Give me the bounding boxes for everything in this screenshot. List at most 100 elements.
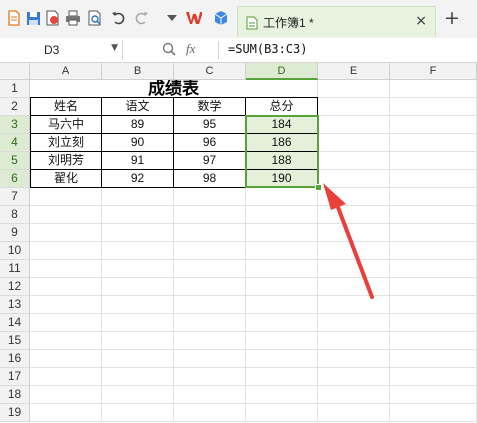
cell-a13[interactable]: [30, 296, 102, 314]
title-cell[interactable]: 成绩表: [30, 80, 318, 98]
cell-f16[interactable]: [390, 350, 477, 368]
cell-f3[interactable]: [390, 116, 477, 134]
cell-e16[interactable]: [318, 350, 390, 368]
dropdown-icon[interactable]: [164, 10, 180, 26]
spreadsheet-grid[interactable]: A B C D E F 1 成绩表 2 姓名 语文 数学 总分 3 马六中 89 95 184 4 刘立刻 90 96 18…: [0, 63, 477, 423]
cell-c18[interactable]: [174, 386, 246, 404]
cell-f8[interactable]: [390, 206, 477, 224]
cell-c10[interactable]: [174, 242, 246, 260]
cell-b15[interactable]: [102, 332, 174, 350]
row-header-18[interactable]: 18: [0, 386, 30, 404]
row-header-16[interactable]: 16: [0, 350, 30, 368]
cell-b6[interactable]: 92: [102, 170, 174, 188]
cell-b10[interactable]: [102, 242, 174, 260]
cell-c16[interactable]: [174, 350, 246, 368]
cell-e4[interactable]: [318, 134, 390, 152]
row-header-9[interactable]: 9: [0, 224, 30, 242]
cell-e13[interactable]: [318, 296, 390, 314]
cell-f1[interactable]: [390, 80, 477, 98]
cell-d4[interactable]: 186: [246, 134, 318, 152]
cell-a15[interactable]: [30, 332, 102, 350]
cell-d16[interactable]: [246, 350, 318, 368]
cell-e5[interactable]: [318, 152, 390, 170]
cell-e18[interactable]: [318, 386, 390, 404]
cell-a5[interactable]: 刘明芳: [30, 152, 102, 170]
row-header-19[interactable]: 19: [0, 404, 30, 422]
wps-logo-icon[interactable]: [186, 10, 202, 26]
cell-d5[interactable]: 188: [246, 152, 318, 170]
row-header-3[interactable]: 3: [0, 116, 30, 134]
cell-a3[interactable]: 马六中: [30, 116, 102, 134]
row-header-1[interactable]: 1: [0, 80, 30, 98]
cell-f18[interactable]: [390, 386, 477, 404]
cell-b12[interactable]: [102, 278, 174, 296]
cell-e14[interactable]: [318, 314, 390, 332]
cell-c9[interactable]: [174, 224, 246, 242]
insert-function-button[interactable]: fx: [186, 41, 195, 57]
cell-f6[interactable]: [390, 170, 477, 188]
cell-c12[interactable]: [174, 278, 246, 296]
cell-e17[interactable]: [318, 368, 390, 386]
cell-d11[interactable]: [246, 260, 318, 278]
cell-c17[interactable]: [174, 368, 246, 386]
cell-a19[interactable]: [30, 404, 102, 422]
cell-b8[interactable]: [102, 206, 174, 224]
cell-d8[interactable]: [246, 206, 318, 224]
cell-e9[interactable]: [318, 224, 390, 242]
cell-f11[interactable]: [390, 260, 477, 278]
cell-e6[interactable]: [318, 170, 390, 188]
cell-b4[interactable]: 90: [102, 134, 174, 152]
row-header-17[interactable]: 17: [0, 368, 30, 386]
cell-c11[interactable]: [174, 260, 246, 278]
row-header-12[interactable]: 12: [0, 278, 30, 296]
cell-c2[interactable]: 数学: [174, 98, 246, 116]
cell-d18[interactable]: [246, 386, 318, 404]
cell-b7[interactable]: [102, 188, 174, 206]
cell-c14[interactable]: [174, 314, 246, 332]
cell-b16[interactable]: [102, 350, 174, 368]
cell-d2[interactable]: 总分: [246, 98, 318, 116]
cell-a8[interactable]: [30, 206, 102, 224]
cell-b5[interactable]: 91: [102, 152, 174, 170]
cell-d19[interactable]: [246, 404, 318, 422]
cell-d6[interactable]: 190: [246, 170, 318, 188]
cell-e19[interactable]: [318, 404, 390, 422]
cell-f19[interactable]: [390, 404, 477, 422]
cell-b2[interactable]: 语文: [102, 98, 174, 116]
cell-f5[interactable]: [390, 152, 477, 170]
cell-e15[interactable]: [318, 332, 390, 350]
print-icon[interactable]: [65, 10, 81, 26]
undo-icon[interactable]: [110, 10, 126, 26]
column-header-b[interactable]: B: [102, 63, 174, 80]
chevron-down-icon[interactable]: ▼: [111, 43, 118, 53]
cell-c5[interactable]: 97: [174, 152, 246, 170]
cell-c6[interactable]: 98: [174, 170, 246, 188]
cell-f4[interactable]: [390, 134, 477, 152]
cell-f13[interactable]: [390, 296, 477, 314]
cell-d13[interactable]: [246, 296, 318, 314]
cell-c19[interactable]: [174, 404, 246, 422]
cell-d9[interactable]: [246, 224, 318, 242]
cell-b19[interactable]: [102, 404, 174, 422]
column-header-c[interactable]: C: [174, 63, 246, 80]
cell-c3[interactable]: 95: [174, 116, 246, 134]
formula-input[interactable]: =SUM(B3:C3): [228, 42, 307, 56]
cell-f17[interactable]: [390, 368, 477, 386]
row-header-5[interactable]: 5: [0, 152, 30, 170]
cell-c13[interactable]: [174, 296, 246, 314]
cell-f14[interactable]: [390, 314, 477, 332]
select-all-corner[interactable]: [0, 63, 30, 80]
cell-b17[interactable]: [102, 368, 174, 386]
new-doc-icon[interactable]: [6, 10, 22, 26]
cell-e10[interactable]: [318, 242, 390, 260]
cell-a10[interactable]: [30, 242, 102, 260]
cube-icon[interactable]: [213, 10, 229, 26]
row-header-14[interactable]: 14: [0, 314, 30, 332]
zoom-search-icon[interactable]: [162, 42, 176, 60]
row-header-4[interactable]: 4: [0, 134, 30, 152]
fill-handle[interactable]: [315, 184, 322, 191]
row-header-10[interactable]: 10: [0, 242, 30, 260]
cell-e11[interactable]: [318, 260, 390, 278]
cell-b3[interactable]: 89: [102, 116, 174, 134]
cell-f2[interactable]: [390, 98, 477, 116]
